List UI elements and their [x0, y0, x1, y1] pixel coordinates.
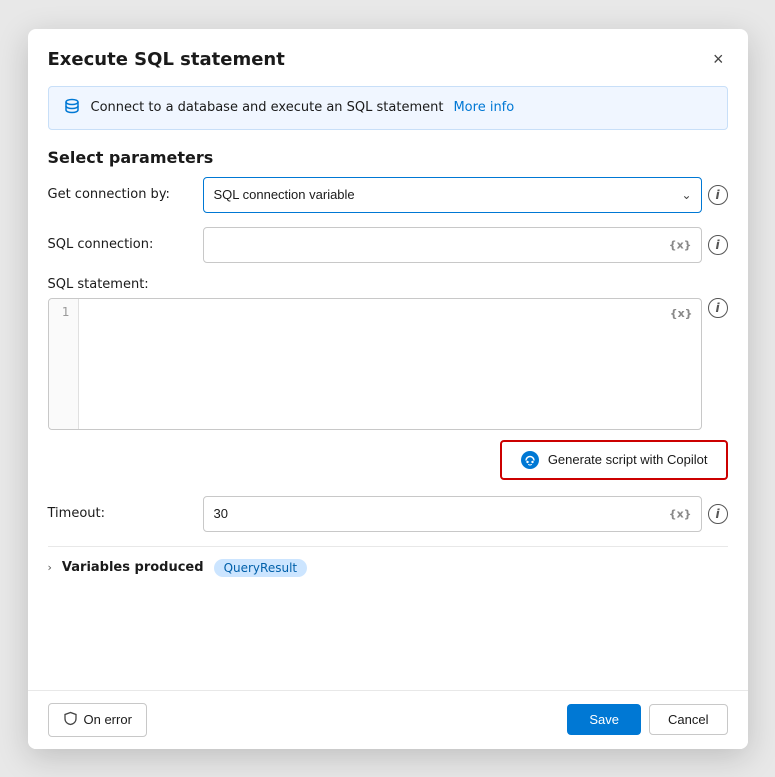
connection-by-label: Get connection by:: [48, 187, 193, 202]
more-info-link[interactable]: More info: [453, 100, 514, 115]
line-numbers: 1: [49, 299, 79, 429]
execute-sql-dialog: Execute SQL statement × Connect to a dat…: [28, 29, 748, 749]
sql-statement-label: SQL statement:: [48, 277, 728, 292]
timeout-row: Timeout: {x} i: [48, 496, 728, 532]
sql-connection-label: SQL connection:: [48, 237, 193, 252]
copilot-btn-row: Generate script with Copilot: [48, 440, 728, 480]
info-banner: Connect to a database and execute an SQL…: [48, 86, 728, 130]
section-title: Select parameters: [28, 130, 748, 177]
sql-connection-input-wrap: {x}: [203, 227, 702, 263]
timeout-control: {x} i: [203, 496, 728, 532]
form-body: Get connection by: SQL connection variab…: [28, 177, 748, 690]
sql-editor-wrap: 1 {x}: [48, 298, 702, 430]
sql-statement-label-row: SQL statement:: [48, 277, 728, 292]
on-error-label: On error: [84, 712, 132, 727]
connection-by-select-wrapper: SQL connection variable Connection strin…: [203, 177, 702, 213]
var-icon-sql: {x}: [670, 307, 693, 320]
cancel-button[interactable]: Cancel: [649, 704, 727, 735]
save-button[interactable]: Save: [567, 704, 641, 735]
connection-by-row: Get connection by: SQL connection variab…: [48, 177, 728, 213]
sql-statement-info-icon[interactable]: i: [708, 298, 728, 318]
close-button[interactable]: ×: [709, 45, 728, 74]
timeout-input-wrap: {x}: [203, 496, 702, 532]
footer-right: Save Cancel: [567, 704, 727, 735]
copilot-icon: [520, 450, 540, 470]
timeout-info-icon[interactable]: i: [708, 504, 728, 524]
copilot-btn-label: Generate script with Copilot: [548, 452, 708, 467]
dialog-header: Execute SQL statement ×: [28, 29, 748, 86]
query-result-badge: QueryResult: [214, 559, 308, 577]
timeout-label: Timeout:: [48, 506, 193, 521]
variables-row: › Variables produced QueryResult: [48, 546, 728, 589]
sql-connection-row: SQL connection: {x} i: [48, 227, 728, 263]
banner-text: Connect to a database and execute an SQL…: [91, 100, 444, 115]
sql-connection-info-icon[interactable]: i: [708, 235, 728, 255]
connection-by-select[interactable]: SQL connection variable Connection strin…: [203, 177, 702, 213]
variables-chevron-icon[interactable]: ›: [48, 561, 52, 574]
database-icon: [63, 97, 81, 119]
generate-script-button[interactable]: Generate script with Copilot: [500, 440, 728, 480]
sql-connection-input[interactable]: [203, 227, 702, 263]
dialog-footer: On error Save Cancel: [28, 690, 748, 749]
sql-textarea[interactable]: [79, 299, 701, 429]
footer-left: On error: [48, 703, 147, 737]
timeout-input[interactable]: [203, 496, 702, 532]
connection-by-info-icon[interactable]: i: [708, 185, 728, 205]
sql-connection-control: {x} i: [203, 227, 728, 263]
variables-label: Variables produced: [62, 560, 204, 575]
connection-by-control: SQL connection variable Connection strin…: [203, 177, 728, 213]
sql-editor-row: 1 {x} i: [48, 298, 728, 430]
dialog-title: Execute SQL statement: [48, 49, 285, 70]
shield-icon: [63, 711, 78, 729]
on-error-button[interactable]: On error: [48, 703, 147, 737]
